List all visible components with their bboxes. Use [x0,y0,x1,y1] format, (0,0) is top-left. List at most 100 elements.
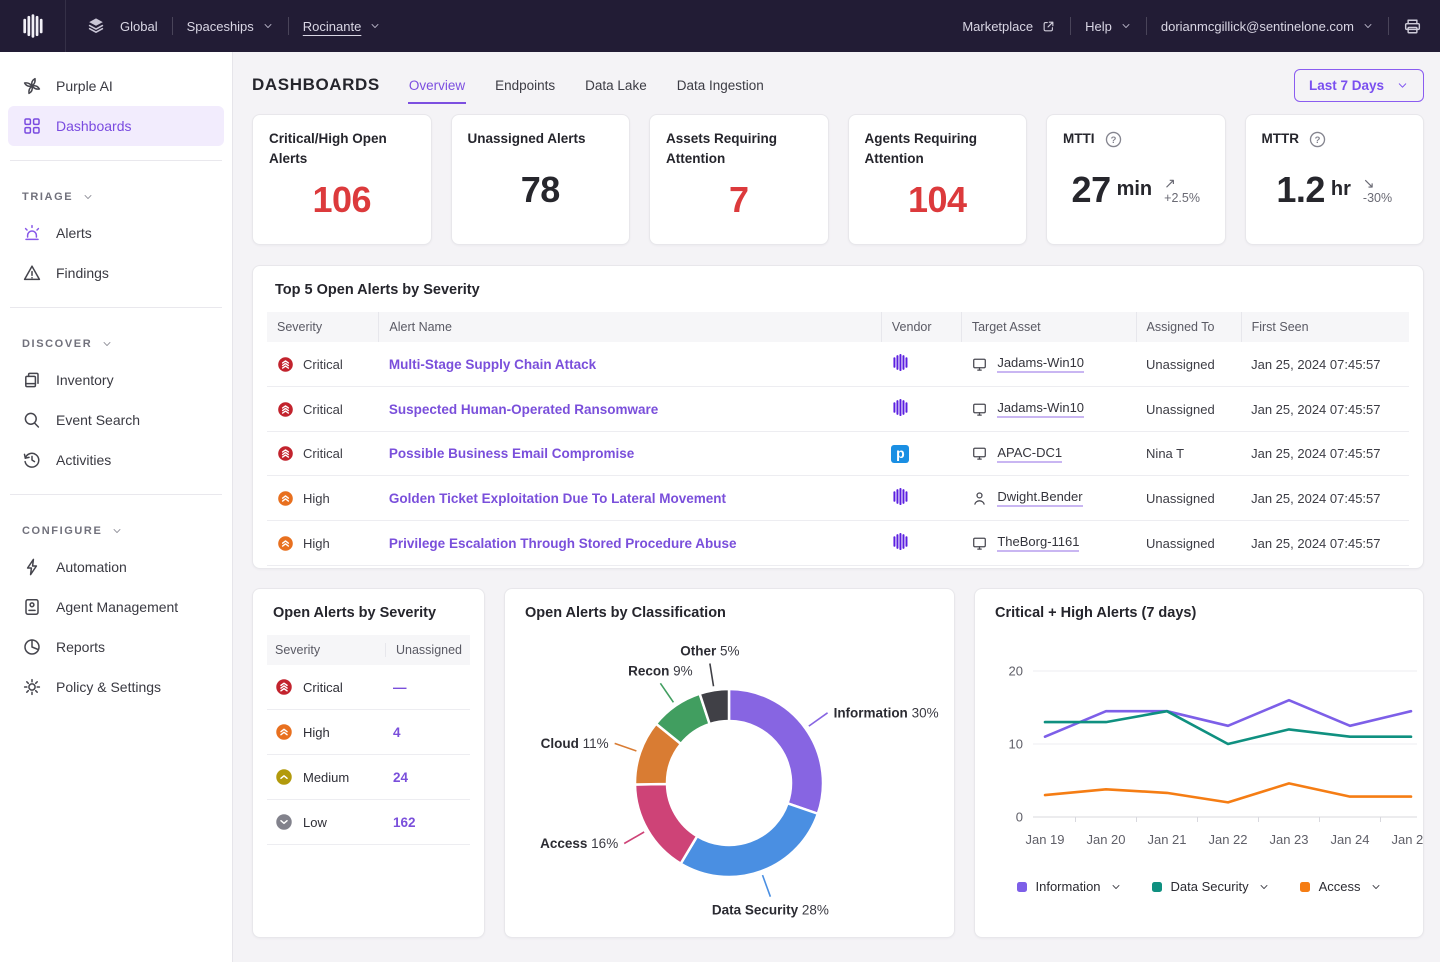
dashboards-icon [22,116,42,136]
severity-card-title: Open Alerts by Severity [253,605,484,621]
target-asset-cell: Dwight.Bender [971,489,1126,507]
kpi-value-wrap: 78 [468,149,614,230]
sidebar-item-automation[interactable]: Automation [0,547,232,587]
unassigned-count-link[interactable]: 4 [393,725,401,740]
assigned-to-cell: Unassigned [1136,521,1241,566]
kpi-value-wrap: 1.2hr↘-30% [1262,149,1408,230]
legend-item-information[interactable]: Information [1017,879,1122,894]
sidebar-item-agent-management[interactable]: Agent Management [0,587,232,627]
scope-global[interactable]: Global [120,19,158,34]
severity-label: Low [303,815,327,830]
assigned-to-cell: Unassigned [1136,476,1241,521]
chevron-down-icon [1110,881,1122,893]
svg-text:?: ? [1110,135,1116,146]
user-email: dorianmcgillick@sentinelone.com [1161,19,1354,34]
target-asset-link[interactable]: Dwight.Bender [997,489,1082,507]
target-asset-link[interactable]: Jadams-Win10 [997,355,1084,373]
sidebar-item-label: Purple AI [56,78,113,94]
target-asset-link[interactable]: Jadams-Win10 [997,400,1084,418]
target-asset-link[interactable]: APAC-DC1 [997,445,1062,463]
target-asset-cell: Jadams-Win10 [971,400,1126,418]
sidebar-divider [10,160,222,161]
page-title: DASHBOARDS [252,75,380,95]
scope-group-label: Rocinante [303,19,362,34]
sidebar-section-configure[interactable]: CONFIGURE [0,509,232,547]
unassigned-count-link[interactable]: — [393,680,407,695]
sidebar-item-inventory[interactable]: Inventory [0,360,232,400]
svg-text:10: 10 [1009,737,1023,752]
sidebar-section-triage[interactable]: TRIAGE [0,175,232,213]
trend-down-arrow-icon: ↘ [1363,175,1375,191]
kpi-value-wrap: 27min↗+2.5% [1063,149,1209,230]
donut-segment-information[interactable] [729,689,823,814]
legend-item-data-security[interactable]: Data Security [1152,879,1270,894]
kpi-value: 7 [729,179,749,221]
sidebar-item-event-search[interactable]: Event Search [0,400,232,440]
chevron-down-icon [101,338,113,350]
sidebar-item-label: Alerts [56,225,92,241]
kpi-label: Assets Requiring Attention [666,129,812,170]
alert-name-link[interactable]: Possible Business Email Compromise [389,446,634,461]
marketplace-link[interactable]: Marketplace [962,19,1056,34]
sentinelone-logo-icon [20,13,46,39]
sidebar-item-policy-settings[interactable]: Policy & Settings [0,667,232,707]
time-range-selector[interactable]: Last 7 Days [1294,69,1424,102]
sidebar-item-findings[interactable]: Findings [0,253,232,293]
sidebar-section-discover[interactable]: DISCOVER [0,322,232,360]
sidebar-item-alerts[interactable]: Alerts [0,213,232,253]
table-row: HighPrivilege Escalation Through Stored … [267,521,1409,566]
alert-name-link[interactable]: Privilege Escalation Through Stored Proc… [389,536,737,551]
unassigned-count-link[interactable]: 162 [393,815,416,830]
alert-name-link[interactable]: Multi-Stage Supply Chain Attack [389,357,596,372]
tab-overview[interactable]: Overview [408,67,466,104]
severity-row: Critical— [267,665,470,710]
alert-name-link[interactable]: Golden Ticket Exploitation Due To Latera… [389,491,726,506]
user-menu[interactable]: dorianmcgillick@sentinelone.com [1161,19,1374,34]
kpi-value-wrap: 104 [865,170,1011,231]
severity-label: Critical [303,402,343,417]
kpi-label-text: Assets Requiring Attention [666,129,812,170]
user-icon [971,490,988,507]
x-axis-label: Jan 23 [1269,832,1308,847]
chevron-down-icon [82,191,94,203]
sidebar-item-activities[interactable]: Activities [0,440,232,480]
target-asset-link[interactable]: TheBorg-1161 [997,534,1079,552]
sidebar-divider [10,307,222,308]
legend-label: Access [1319,879,1361,894]
sidebar-item-reports[interactable]: Reports [0,627,232,667]
help-label: Help [1085,19,1112,34]
sidebar-item-dashboards[interactable]: Dashboards [8,106,224,146]
bottom-panels: Open Alerts by Severity Severity Unassig… [252,588,1424,938]
help-menu[interactable]: Help [1085,19,1132,34]
x-axis-label: Jan 24 [1330,832,1369,847]
kpi-label-text: Critical/High Open Alerts [269,129,415,170]
tab-data-ingestion[interactable]: Data Ingestion [676,67,765,104]
marketplace-label: Marketplace [962,19,1033,34]
unassigned-count-link[interactable]: 24 [393,770,408,785]
endpoint-icon [971,535,988,552]
sentinelone-logo[interactable] [0,0,66,52]
kpi-trend: ↗+2.5% [1164,175,1200,205]
scope-group-selector[interactable]: Rocinante [303,19,382,34]
alert-name-link[interactable]: Suspected Human-Operated Ransomware [389,402,658,417]
severity-cell: Critical [277,445,369,462]
divider [288,17,289,35]
severity-label: Medium [303,770,349,785]
help-icon[interactable]: ? [1308,130,1327,149]
kpi-value-wrap: 7 [666,170,812,231]
donut-segment-access[interactable] [635,784,697,864]
sidebar-item-label: Reports [56,639,105,655]
sidebar-item-purple-ai[interactable]: Purple AI [0,66,232,106]
pie-icon [22,637,42,657]
tab-data-lake[interactable]: Data Lake [584,67,648,104]
unassigned-col-header: Unassigned [385,643,462,657]
kpi-label-text: Unassigned Alerts [468,129,586,149]
help-icon[interactable]: ? [1104,130,1123,149]
donut-segment-data-security[interactable] [681,803,818,877]
tab-endpoints[interactable]: Endpoints [494,67,556,104]
kpi-trend: ↘-30% [1363,175,1392,205]
scope-site-selector[interactable]: Spaceships [187,19,274,34]
legend-item-access[interactable]: Access [1300,879,1382,894]
chevron-down-icon [262,20,274,32]
printer-button[interactable] [1403,17,1422,36]
